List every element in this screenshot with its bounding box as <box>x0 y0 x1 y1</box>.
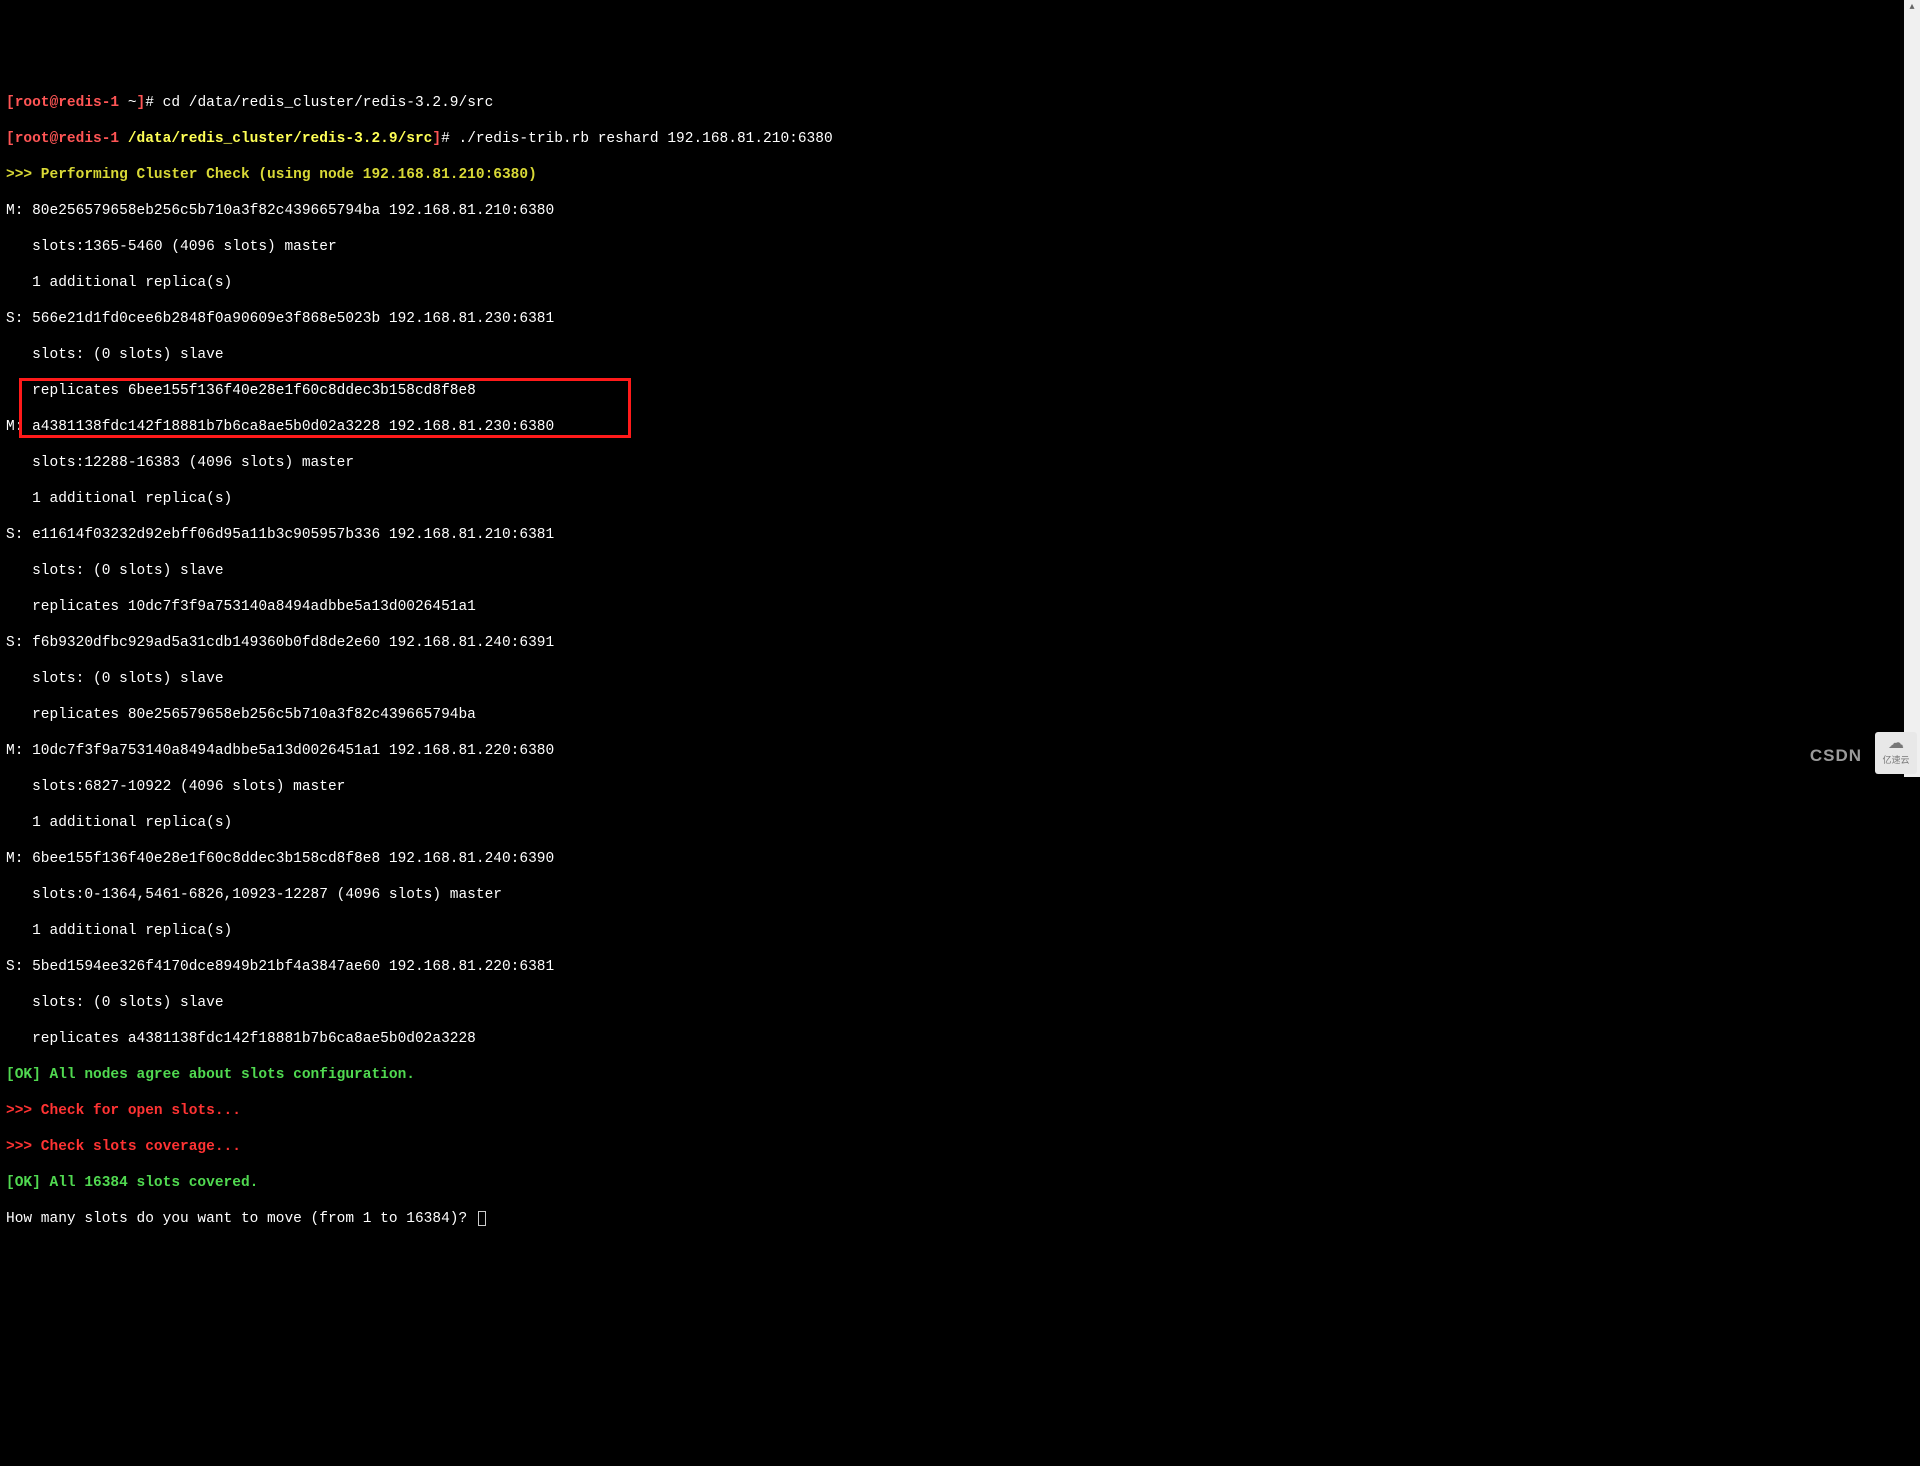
terminal-output[interactable]: [root@redis-1 ~]# cd /data/redis_cluster… <box>0 72 1920 1250</box>
node-line: M: a4381138fdc142f18881b7b6ca8ae5b0d02a3… <box>6 418 1914 436</box>
check-open-slots: >>> Check for open slots... <box>6 1102 1914 1120</box>
node-line: M: 10dc7f3f9a753140a8494adbbe5a13d002645… <box>6 742 1914 760</box>
prompt-hash: # <box>441 131 458 147</box>
node-line: S: 566e21d1fd0cee6b2848f0a90609e3f868e50… <box>6 310 1914 328</box>
scroll-up-button[interactable]: ▴ <box>1904 0 1920 16</box>
node-line: replicates 10dc7f3f9a753140a8494adbbe5a1… <box>6 598 1914 616</box>
bracket-open: [ <box>6 95 15 111</box>
command-text: ./redis-trib.rb reshard 192.168.81.210:6… <box>459 131 833 147</box>
prompt-cwd-path: /data/redis_cluster/redis-3.2.9/src <box>128 131 433 147</box>
terminal-cursor <box>478 1211 486 1226</box>
node-line: replicates a4381138fdc142f18881b7b6ca8ae… <box>6 1030 1914 1048</box>
command-text: cd /data/redis_cluster/redis-3.2.9/src <box>163 95 494 111</box>
bracket-close: ] <box>137 95 146 111</box>
command-line-1: [root@redis-1 ~]# cd /data/redis_cluster… <box>6 94 1914 112</box>
cluster-check-header: >>> Performing Cluster Check (using node… <box>6 166 1914 184</box>
node-line: slots:0-1364,5461-6826,10923-12287 (4096… <box>6 886 1914 904</box>
ok-nodes-agree: [OK] All nodes agree about slots configu… <box>6 1066 1914 1084</box>
node-line: S: 5bed1594ee326f4170dce8949b21bf4a3847a… <box>6 958 1914 976</box>
node-line: slots:6827-10922 (4096 slots) master <box>6 778 1914 796</box>
prompt-question-text: How many slots do you want to move (from… <box>6 1211 476 1227</box>
node-line: M: 6bee155f136f40e28e1f60c8ddec3b158cd8f… <box>6 850 1914 868</box>
vertical-scrollbar[interactable]: ▴ ▾ <box>1904 0 1920 777</box>
space <box>119 131 128 147</box>
interactive-prompt[interactable]: How many slots do you want to move (from… <box>6 1210 1914 1228</box>
node-line: M: 80e256579658eb256c5b710a3f82c43966579… <box>6 202 1914 220</box>
check-slots-coverage: >>> Check slots coverage... <box>6 1138 1914 1156</box>
node-line: S: e11614f03232d92ebff06d95a11b3c905957b… <box>6 526 1914 544</box>
node-line: 1 additional replica(s) <box>6 922 1914 940</box>
node-line: 1 additional replica(s) <box>6 490 1914 508</box>
node-line: slots:12288-16383 (4096 slots) master <box>6 454 1914 472</box>
node-line: replicates 6bee155f136f40e28e1f60c8ddec3… <box>6 382 1914 400</box>
prompt-user-host: root@redis-1 <box>15 131 119 147</box>
bracket-open: [ <box>6 131 15 147</box>
bracket-close: ] <box>432 131 441 147</box>
node-line: S: f6b9320dfbc929ad5a31cdb149360b0fd8de2… <box>6 634 1914 652</box>
node-line: replicates 80e256579658eb256c5b710a3f82c… <box>6 706 1914 724</box>
node-line: 1 additional replica(s) <box>6 814 1914 832</box>
watermark-yisu-logo: ☁ 亿速云 <box>1875 732 1917 774</box>
command-line-2: [root@redis-1 /data/redis_cluster/redis-… <box>6 130 1914 148</box>
watermark-csdn: CSDN <box>1810 747 1862 765</box>
node-line: slots: (0 slots) slave <box>6 562 1914 580</box>
node-line: slots:1365-5460 (4096 slots) master <box>6 238 1914 256</box>
node-line: slots: (0 slots) slave <box>6 346 1914 364</box>
node-line: slots: (0 slots) slave <box>6 670 1914 688</box>
cloud-icon: ☁ <box>1888 737 1904 751</box>
prompt-cwd-tilde: ~ <box>119 95 136 111</box>
node-line: 1 additional replica(s) <box>6 274 1914 292</box>
watermark-yisu-text: 亿速云 <box>1882 751 1909 769</box>
prompt-hash: # <box>145 95 162 111</box>
prompt-user-host: root@redis-1 <box>15 95 119 111</box>
node-line: slots: (0 slots) slave <box>6 994 1914 1012</box>
ok-slots-covered: [OK] All 16384 slots covered. <box>6 1174 1914 1192</box>
